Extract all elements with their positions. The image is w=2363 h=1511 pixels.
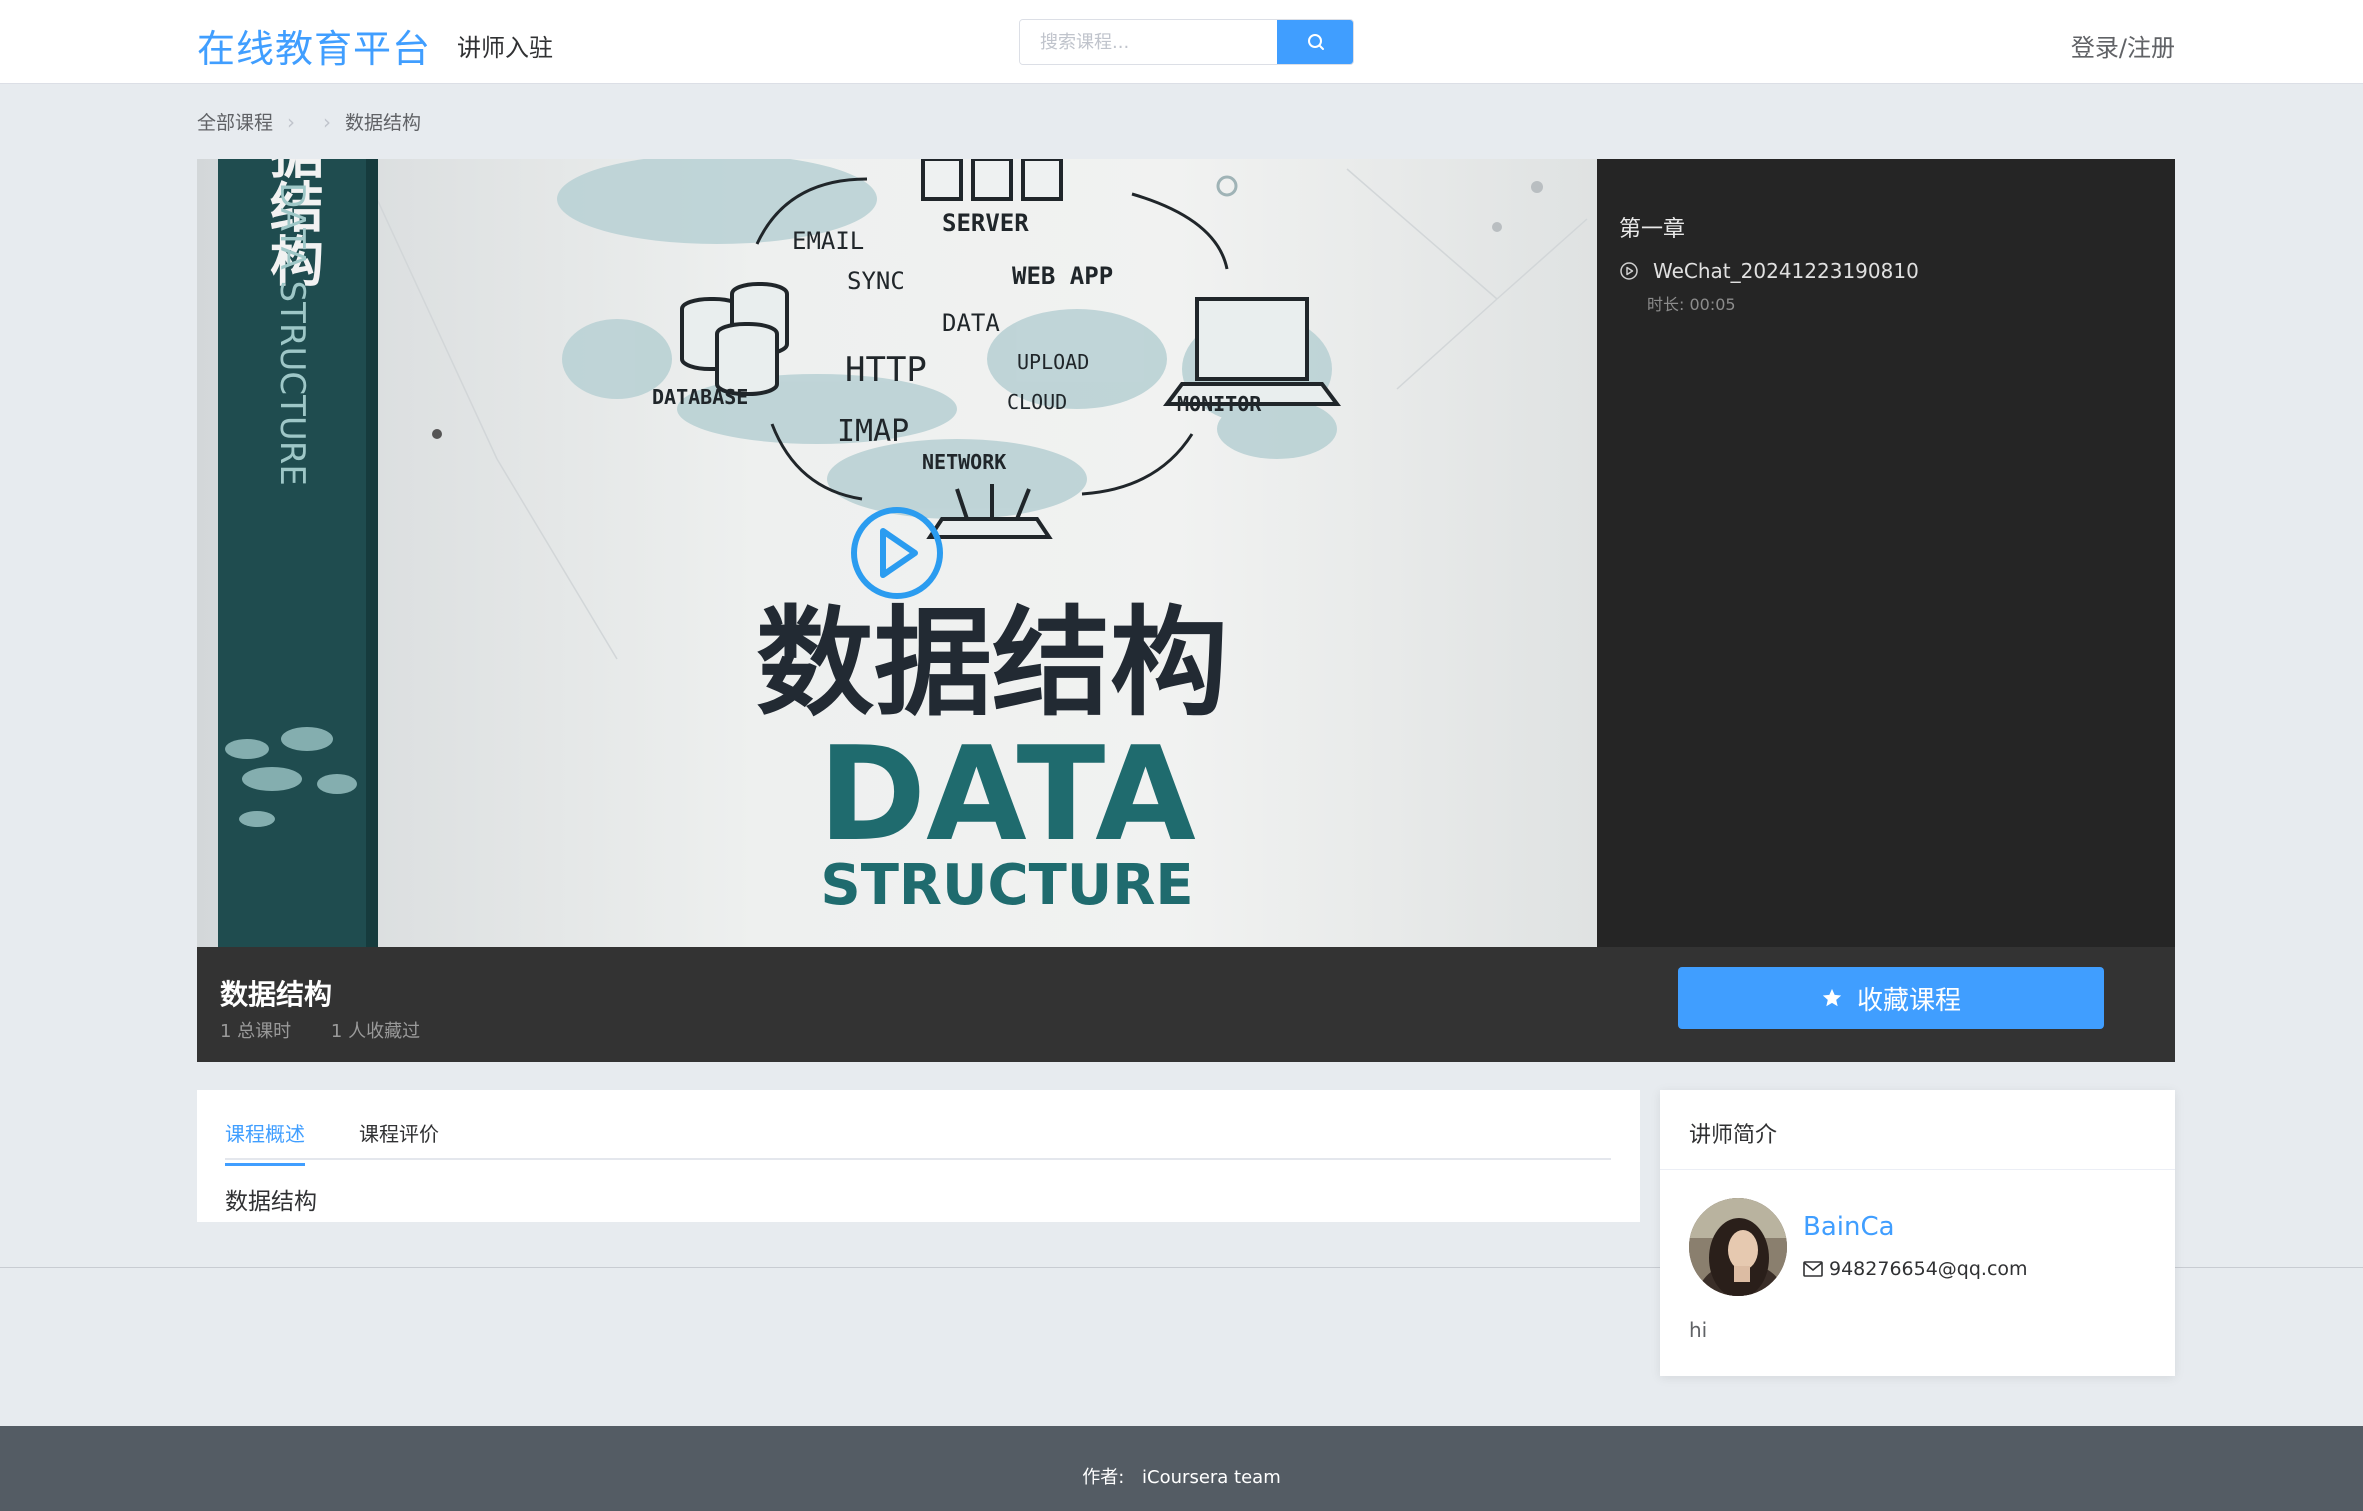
course-tabs: 课程概述 课程评价 <box>225 1090 1611 1166</box>
breadcrumb-all-courses[interactable]: 全部课程 <box>197 108 273 135</box>
cover-title-cn: 数据结构 <box>756 594 1228 732</box>
cover-doodle-word: UPLOAD <box>1017 350 1089 374</box>
teacher-name[interactable]: BainCa <box>1803 1212 1895 1242</box>
teacher-bio: hi <box>1689 1318 1708 1342</box>
top-header: 在线教育平台 讲师入驻 登录/注册 <box>0 0 2363 84</box>
cover-title-en-1: DATA <box>818 718 1196 870</box>
cover-doodle-word: NETWORK <box>922 450 1006 474</box>
favorite-course-button[interactable]: 收藏课程 <box>1678 967 2104 1029</box>
teacher-card: 讲师简介 BainCa 948276654@qq.com hi <box>1660 1090 2175 1376</box>
avatar-image <box>1689 1198 1787 1296</box>
lesson-item[interactable]: WeChat_20241223190810 <box>1619 259 1919 283</box>
footer-label: 作者: <box>1082 1467 1125 1488</box>
lesson-name: WeChat_20241223190810 <box>1653 259 1919 283</box>
cover-doodle-word: CLOUD <box>1007 390 1067 414</box>
breadcrumb-separator-icon: › <box>323 109 332 134</box>
teacher-signup-link[interactable]: 讲师入驻 <box>457 28 553 63</box>
cover-doodle-word: HTTP <box>845 350 927 390</box>
cover-doodle-word: WEB APP <box>1012 262 1113 290</box>
search-input[interactable] <box>1020 20 1279 64</box>
tab-overview[interactable]: 课程概述 <box>225 1118 305 1166</box>
breadcrumb-separator-icon: › <box>287 109 296 134</box>
cover-doodle-word: IMAP <box>837 414 909 449</box>
chapter-title: 第一章 <box>1619 217 1686 242</box>
search-button[interactable] <box>1277 20 1353 64</box>
video-player: 数据结构 DATA STRUCTURE SERVER EMAIL SYNC WE… <box>197 159 2175 947</box>
cover-illustration: 数据结构 DATA STRUCTURE SERVER EMAIL SYNC WE… <box>218 159 1588 947</box>
total-hours: 1 总课时 <box>220 1021 292 1042</box>
footer-author: iCoursera team <box>1142 1467 1281 1488</box>
breadcrumb-current: 数据结构 <box>345 112 422 134</box>
cover-doodle-word: DATA <box>942 309 1000 337</box>
login-register-link[interactable]: 登录/注册 <box>2071 28 2175 63</box>
search-icon <box>1307 34 1324 50</box>
teacher-section-title: 讲师简介 <box>1689 1123 1778 1148</box>
cover-title-en-2: STRUCTURE <box>820 853 1193 918</box>
page-footer: 作者: iCoursera team <box>0 1426 2363 1511</box>
star-icon <box>1822 988 1842 1007</box>
favorite-course-label: 收藏课程 <box>1856 985 1961 1016</box>
play-button-icon <box>851 507 943 599</box>
cover-doodle-word: SERVER <box>942 209 1029 237</box>
cover-spine-subtitle: DATA STRUCTURE <box>272 182 312 486</box>
play-circle-icon <box>1620 262 1638 280</box>
cover-doodle-word: EMAIL <box>792 227 864 255</box>
course-meta: 1 总课时 1 人收藏过 <box>220 1017 454 1043</box>
cover-doodle-word: SYNC <box>847 267 905 295</box>
teacher-email: 948276654@qq.com <box>1829 1258 2028 1280</box>
course-tabs-card: 课程概述 课程评价 数据结构 <box>197 1090 1640 1222</box>
teacher-card-header: 讲师简介 <box>1660 1090 2175 1170</box>
course-info-bar: 数据结构 1 总课时 1 人收藏过 收藏课程 <box>197 947 2175 1062</box>
chapter-playlist: 第一章 WeChat_20241223190810 时长: 00:05 <box>1597 159 2175 947</box>
site-logo[interactable]: 在线教育平台 <box>197 18 431 73</box>
tab-reviews[interactable]: 课程评价 <box>359 1118 439 1163</box>
lesson-duration: 时长: 00:05 <box>1647 295 1736 314</box>
course-overview-text: 数据结构 <box>225 1189 317 1215</box>
favorite-count: 1 人收藏过 <box>330 1021 421 1042</box>
footer-credit: 作者: iCoursera team <box>0 1463 2363 1489</box>
teacher-email-row: 948276654@qq.com <box>1803 1258 2028 1280</box>
cover-doodle-word: DATABASE <box>652 385 748 409</box>
teacher-avatar[interactable] <box>1689 1198 1787 1296</box>
video-cover-image[interactable]: 数据结构 DATA STRUCTURE SERVER EMAIL SYNC WE… <box>197 159 1597 947</box>
mail-icon <box>1803 1261 1823 1277</box>
cover-doodle-word: MONITOR <box>1177 392 1262 416</box>
breadcrumb: 全部课程 › › 数据结构 <box>197 108 421 135</box>
search-box <box>1019 19 1354 65</box>
course-title: 数据结构 <box>220 978 333 1011</box>
